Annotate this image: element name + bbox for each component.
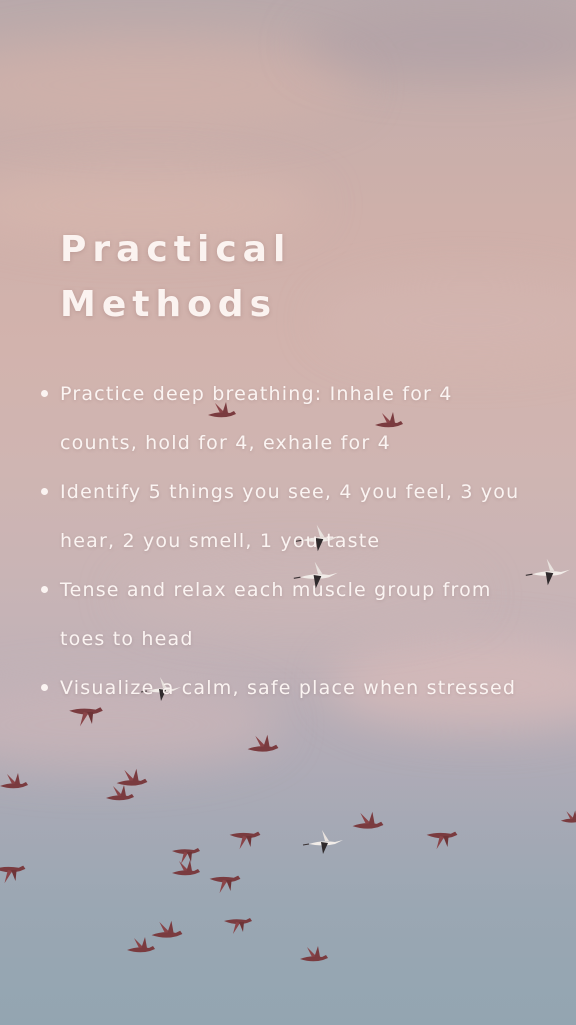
- list-item-text: Tense and relax each muscle group from t…: [60, 579, 492, 650]
- methods-list: Practice deep breathing: Inhale for 4 co…: [41, 370, 530, 713]
- cloud: [300, 10, 576, 80]
- list-item-text: Identify 5 things you see, 4 you feel, 3…: [60, 481, 520, 552]
- list-item: Tense and relax each muscle group from t…: [41, 566, 530, 664]
- bullet-icon: [41, 586, 48, 593]
- page-title: Practical Methods: [60, 222, 480, 332]
- title-line-1: Practical: [60, 229, 292, 270]
- cloud: [0, 40, 360, 130]
- list-item: Visualize a calm, safe place when stress…: [41, 664, 530, 713]
- bullet-icon: [41, 684, 48, 691]
- list-item-text: Visualize a calm, safe place when stress…: [60, 677, 517, 699]
- background-photo: Practical Methods Practice deep breathin…: [0, 0, 576, 1025]
- list-item: Practice deep breathing: Inhale for 4 co…: [41, 370, 530, 468]
- bullet-icon: [41, 488, 48, 495]
- list-item: Identify 5 things you see, 4 you feel, 3…: [41, 468, 530, 566]
- list-item-text: Practice deep breathing: Inhale for 4 co…: [60, 383, 453, 454]
- title-line-2: Methods: [60, 284, 278, 325]
- bullet-icon: [41, 390, 48, 397]
